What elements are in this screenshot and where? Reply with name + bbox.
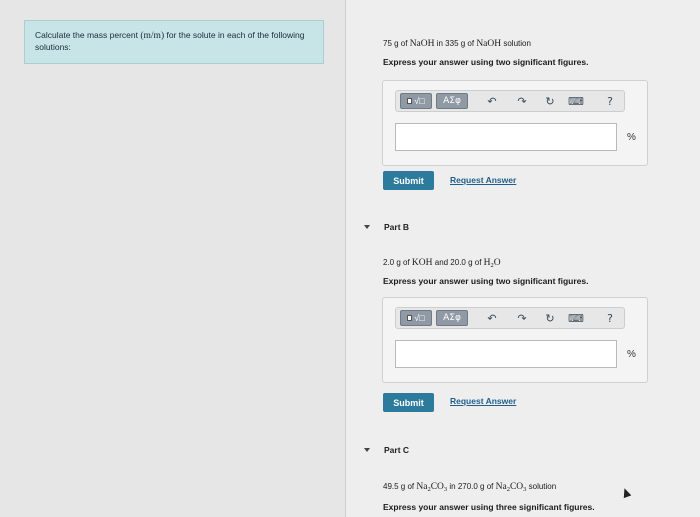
- part-b-unit: %: [627, 349, 636, 360]
- undo-icon[interactable]: ↶: [484, 93, 500, 109]
- part-b-submit-button[interactable]: Submit: [383, 393, 434, 412]
- part-a-problem-mid: in 335 g of: [434, 39, 477, 48]
- question-math: (m/m): [140, 31, 165, 41]
- part-c-solute-a: Na: [416, 482, 428, 492]
- part-c-problem: 49.5 g of Na2CO3 in 270.0 g of Na2CO3 so…: [383, 482, 556, 493]
- part-b-solute: KOH: [411, 258, 433, 268]
- part-a-unit: %: [627, 132, 636, 143]
- part-a-problem: 75 g of NaOH in 335 g of NaOH solution: [383, 39, 531, 49]
- template-icon[interactable]: √□: [400, 310, 432, 326]
- greek-symbols-button[interactable]: ΑΣφ: [436, 93, 468, 109]
- part-a-request-answer-link[interactable]: Request Answer: [450, 175, 516, 185]
- part-b-answer-input[interactable]: [395, 340, 617, 368]
- template-label: √□: [414, 313, 425, 323]
- keyboard-icon[interactable]: ⌨: [568, 310, 584, 326]
- panel-divider: [345, 0, 346, 517]
- part-a-submit-button[interactable]: Submit: [383, 171, 434, 190]
- undo-icon[interactable]: ↶: [484, 310, 500, 326]
- part-a-problem-suffix: solution: [501, 39, 531, 48]
- part-b-problem-mid: and 20.0 g of: [432, 258, 484, 267]
- part-a-answer-input[interactable]: [395, 123, 617, 151]
- question-prefix: Calculate the mass percent: [35, 30, 141, 40]
- chevron-down-icon[interactable]: [364, 448, 370, 452]
- reset-icon[interactable]: ↻: [542, 310, 558, 326]
- part-c-problem-suffix: solution: [526, 482, 557, 491]
- question-prompt: Calculate the mass percent (m/m) for the…: [24, 20, 324, 64]
- part-b-problem-prefix: 2.0 g of: [383, 258, 412, 267]
- part-c-heading: Part C: [384, 445, 410, 455]
- part-b-instruction: Express your answer using two significan…: [383, 276, 589, 286]
- part-c-solution-a: Na: [495, 482, 507, 492]
- part-b-solvent: H: [483, 258, 491, 268]
- part-c-header[interactable]: Part C: [364, 445, 409, 455]
- part-b-request-answer-link[interactable]: Request Answer: [450, 396, 516, 406]
- help-button[interactable]: ?: [602, 93, 618, 109]
- part-c-problem-prefix: 49.5 g of: [383, 482, 417, 491]
- part-c-solution-b: CO: [509, 482, 524, 492]
- redo-icon[interactable]: ↷: [514, 93, 530, 109]
- part-a-instruction: Express your answer using two significan…: [383, 57, 589, 67]
- part-b-heading: Part B: [384, 222, 410, 232]
- question-panel: Calculate the mass percent (m/m) for the…: [0, 0, 345, 517]
- part-c-solute-b: CO: [430, 482, 444, 492]
- help-button[interactable]: ?: [602, 310, 618, 326]
- part-a-problem-prefix: 75 g of: [383, 39, 410, 48]
- part-b-math-toolbar: √□ ΑΣφ ↶ ↷ ↻ ⌨ ?: [395, 307, 625, 329]
- reset-icon[interactable]: ↻: [542, 93, 558, 109]
- part-c-instruction: Express your answer using three signific…: [383, 502, 595, 512]
- part-b-problem: 2.0 g of KOH and 20.0 g of H2O: [383, 258, 501, 269]
- part-a-solution: NaOH: [476, 39, 502, 49]
- part-a-math-toolbar: √□ ΑΣφ ↶ ↷ ↻ ⌨ ?: [395, 90, 625, 112]
- part-b-answer-card: √□ ΑΣφ ↶ ↷ ↻ ⌨ ? %: [382, 297, 648, 383]
- greek-symbols-button[interactable]: ΑΣφ: [436, 310, 468, 326]
- part-b-header[interactable]: Part B: [364, 222, 409, 232]
- chevron-down-icon[interactable]: [364, 225, 370, 229]
- part-b-solvent-end: O: [493, 258, 501, 268]
- template-label: √□: [414, 96, 425, 106]
- template-icon[interactable]: √□: [400, 93, 432, 109]
- part-a-solute: NaOH: [409, 39, 435, 49]
- part-a-answer-card: √□ ΑΣφ ↶ ↷ ↻ ⌨ ? %: [382, 80, 648, 166]
- redo-icon[interactable]: ↷: [514, 310, 530, 326]
- part-c-problem-mid: in 270.0 g of: [447, 482, 496, 491]
- keyboard-icon[interactable]: ⌨: [568, 93, 584, 109]
